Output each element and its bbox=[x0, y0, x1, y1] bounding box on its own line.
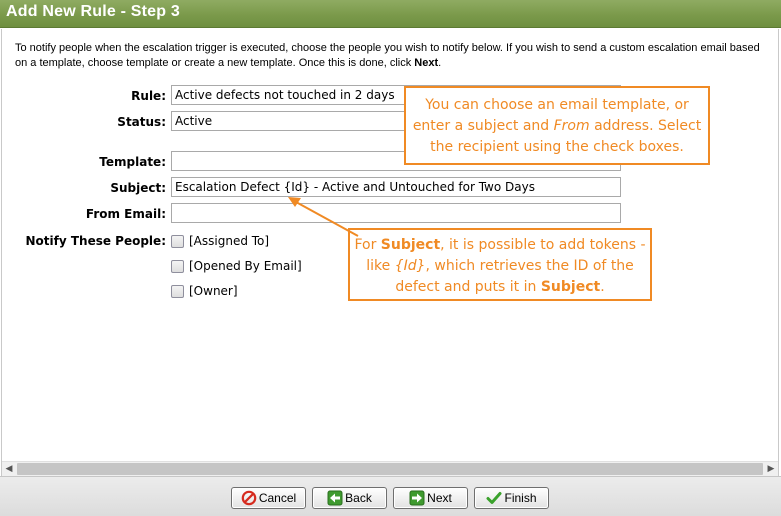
finish-button[interactable]: Finish bbox=[474, 487, 549, 509]
cancel-button[interactable]: Cancel bbox=[231, 487, 306, 509]
horizontal-scrollbar[interactable]: ◀ ▶ bbox=[2, 461, 778, 476]
back-button[interactable]: Back bbox=[312, 487, 387, 509]
next-button-label: Next bbox=[427, 491, 452, 505]
scroll-left-icon[interactable]: ◀ bbox=[2, 462, 16, 476]
scrollbar-thumb[interactable] bbox=[17, 463, 763, 475]
back-button-label: Back bbox=[345, 491, 372, 505]
back-arrow-icon bbox=[327, 490, 343, 506]
dialog-footer: Cancel Back Next Finish bbox=[0, 476, 781, 516]
scroll-right-icon[interactable]: ▶ bbox=[764, 462, 778, 476]
checkmark-icon bbox=[486, 492, 502, 504]
next-button[interactable]: Next bbox=[393, 487, 468, 509]
cancel-icon bbox=[241, 490, 257, 506]
cancel-button-label: Cancel bbox=[258, 491, 297, 505]
next-arrow-icon bbox=[409, 490, 425, 506]
finish-button-label: Finish bbox=[504, 491, 537, 505]
callout-arrow bbox=[288, 197, 359, 237]
